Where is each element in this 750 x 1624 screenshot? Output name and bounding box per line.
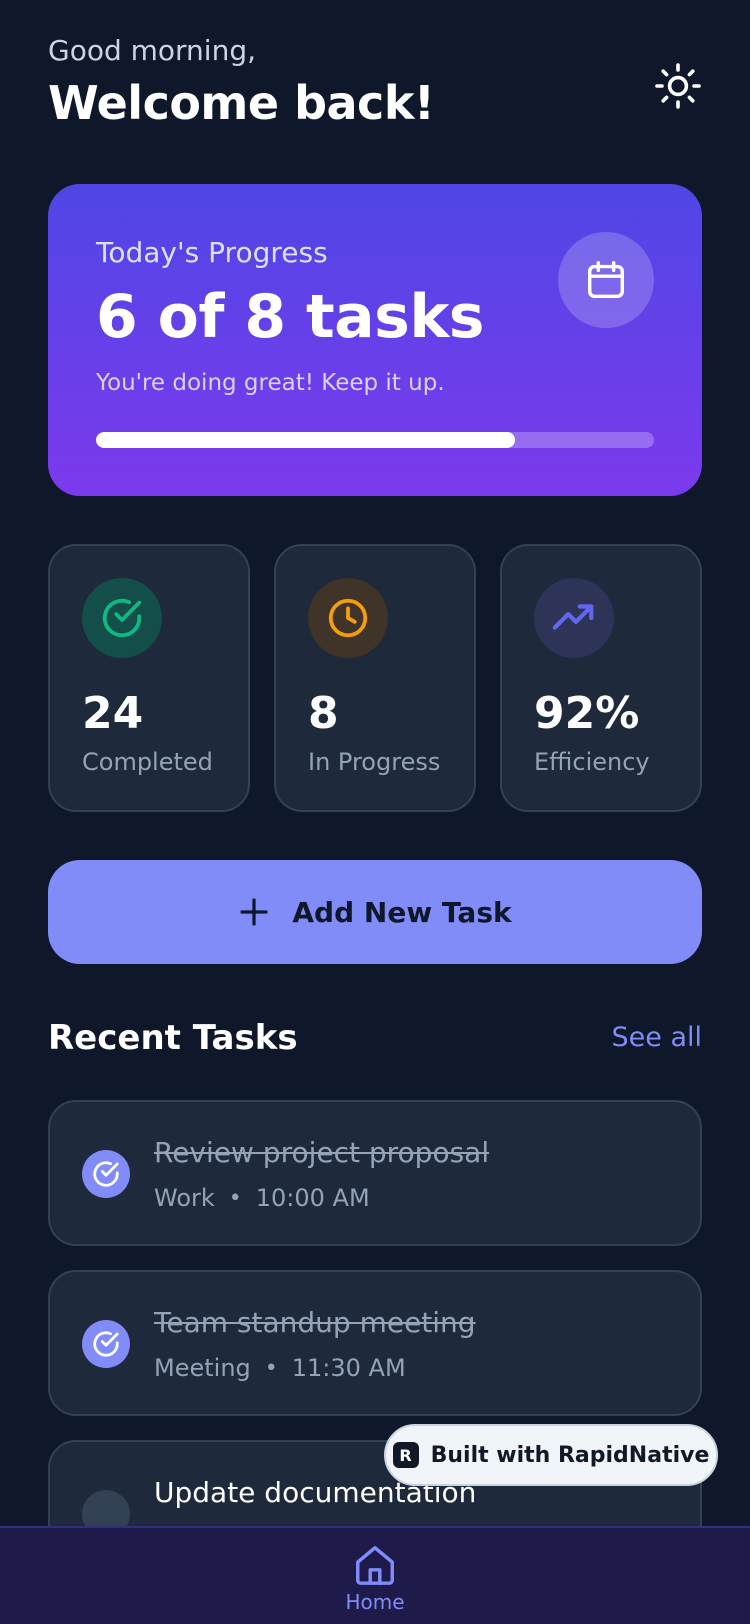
add-new-task-label: Add New Task xyxy=(292,895,512,929)
stat-icon-badge xyxy=(534,578,614,658)
progress-value: 6 of 8 tasks xyxy=(96,282,484,352)
nav-item-home[interactable]: Home xyxy=(335,1542,415,1624)
progress-title: Today's Progress xyxy=(96,236,328,269)
task-time: 11:30 AM xyxy=(291,1354,406,1382)
progress-card: Today's Progress 6 of 8 tasks You're doi… xyxy=(48,184,702,496)
theme-toggle-button[interactable] xyxy=(650,58,706,114)
page-title: Welcome back! xyxy=(48,76,435,130)
stat-icon-badge xyxy=(82,578,162,658)
stat-value: 8 xyxy=(308,688,339,739)
stat-value: 24 xyxy=(82,688,144,739)
task-title: Team standup meeting xyxy=(154,1306,476,1339)
plus-icon xyxy=(240,898,268,926)
home-icon xyxy=(356,1546,394,1585)
built-with-badge[interactable]: R Built with RapidNative xyxy=(384,1424,718,1486)
progress-bar xyxy=(96,432,654,448)
clock-icon xyxy=(328,598,368,638)
app-screen: Good morning, Welcome back! Today's Prog… xyxy=(0,0,750,1624)
progress-bar-fill xyxy=(96,432,515,448)
stat-label: Completed xyxy=(82,748,213,776)
see-all-link[interactable]: See all xyxy=(612,1022,703,1053)
sun-icon xyxy=(655,63,701,109)
task-title: Review project proposal xyxy=(154,1136,490,1169)
task-checkbox[interactable] xyxy=(82,1320,130,1368)
stat-card-completed: 24 Completed xyxy=(48,544,250,812)
stat-value: 92% xyxy=(534,688,640,739)
greeting-text: Good morning, xyxy=(48,34,257,67)
calendar-icon xyxy=(587,261,625,299)
check-circle-icon xyxy=(102,598,142,638)
stat-card-in-progress: 8 In Progress xyxy=(274,544,476,812)
stat-label: Efficiency xyxy=(534,748,650,776)
nav-home-label: Home xyxy=(345,1590,405,1614)
badge-label: Built with RapidNative xyxy=(430,1442,710,1468)
separator-dot: • xyxy=(264,1355,278,1381)
task-card[interactable]: Team standup meeting Meeting • 11:30 AM xyxy=(48,1270,702,1416)
stat-card-efficiency: 92% Efficiency xyxy=(500,544,702,812)
trending-up-icon xyxy=(552,604,594,630)
bottom-navigation: Home xyxy=(0,1526,750,1624)
task-card[interactable]: Review project proposal Work • 10:00 AM xyxy=(48,1100,702,1246)
stat-label: In Progress xyxy=(308,748,441,776)
stat-icon-badge xyxy=(308,578,388,658)
check-circle-icon xyxy=(93,1161,119,1187)
recent-tasks-title: Recent Tasks xyxy=(48,1018,298,1058)
task-checkbox[interactable] xyxy=(82,1150,130,1198)
add-new-task-button[interactable]: Add New Task xyxy=(48,860,702,964)
task-category: Work xyxy=(154,1184,215,1212)
task-category: Meeting xyxy=(154,1354,251,1382)
task-time: 10:00 AM xyxy=(255,1184,370,1212)
progress-subtitle: You're doing great! Keep it up. xyxy=(96,370,445,396)
separator-dot: • xyxy=(228,1185,242,1211)
task-meta: Meeting • 11:30 AM xyxy=(154,1354,406,1382)
check-circle-icon xyxy=(93,1331,119,1357)
progress-icon-badge xyxy=(558,232,654,328)
task-meta: Work • 10:00 AM xyxy=(154,1184,370,1212)
rapidnative-logo-icon: R xyxy=(392,1442,419,1468)
